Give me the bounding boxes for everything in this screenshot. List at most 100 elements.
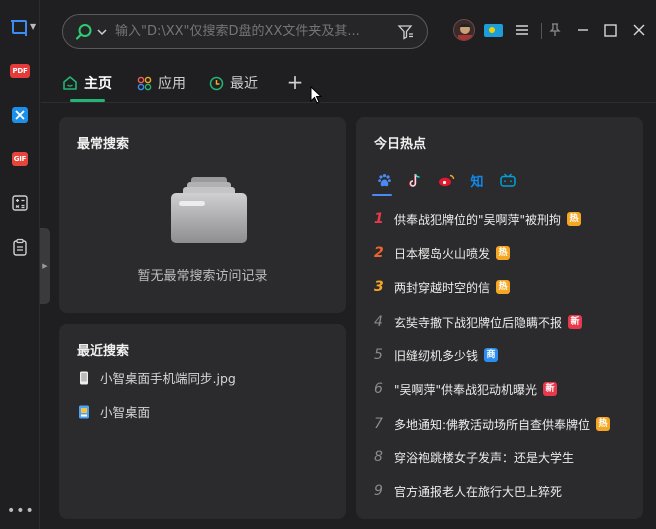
source-tab-zhihu[interactable]: 知 [465,169,489,191]
source-tab-douyin[interactable] [403,169,427,191]
card-title: 今日热点 [374,137,427,152]
more-icon[interactable]: ••• [7,503,34,519]
divider [41,102,656,103]
tab-label: 最近 [230,76,258,92]
notes-tool-button[interactable] [7,234,33,260]
pin-icon [549,23,561,36]
source-tab-bilibili[interactable] [496,169,520,191]
hot-rank: 1 [374,211,384,227]
card-title: 最近搜索 [77,344,130,359]
hamburger-icon [516,25,528,35]
new-badge: 新 [568,315,583,329]
close-button[interactable] [628,19,650,41]
clipboard-icon [13,238,27,256]
hot-title: 穿浴袍跳楼女子发声：还是大学生 [394,450,575,465]
hot-title: 供奉战犯牌位的"吴啊萍"被刑拘 [394,212,562,227]
mouse-cursor-icon [310,86,322,104]
hot-item[interactable]: 1 供奉战犯牌位的"吴啊萍"被刑拘 热 [372,209,582,229]
active-source-indicator [372,194,392,196]
avatar[interactable] [453,19,475,41]
source-tab-baidu[interactable] [372,169,396,191]
add-tab-button[interactable]: + [285,72,305,94]
tv-icon [500,173,516,187]
home-icon [63,76,77,90]
pdf-tool-button[interactable]: PDF [7,58,33,84]
avatar-icon [458,24,472,40]
card-title: 最常搜索 [77,137,130,152]
maximize-button[interactable] [599,19,621,41]
hot-rank: 7 [374,416,383,432]
pdf-icon: PDF [10,64,30,78]
recent-item-label: 小智桌面 [100,405,151,420]
hot-item[interactable]: 8 穿浴袍跳楼女子发声：还是大学生 [372,447,574,467]
chevron-down-icon[interactable]: ▼ [30,22,36,31]
hot-item[interactable]: 9 官方通报老人在旅行大巴上猝死 [372,481,562,501]
today-hot-card: 今日热点 知 1 供奉战犯牌位的"吴啊萍"被刑拘 热 2 日本樱岛火山喷发 热 … [356,117,643,519]
filter-icon[interactable] [397,23,415,41]
pin-button[interactable] [544,19,566,41]
recent-search-card: 最近搜索 小智桌面手机端同步.jpg 小智桌面 [59,324,346,519]
hot-badge: 热 [596,417,611,431]
hot-title: 两封穿越时空的信 [394,280,491,295]
hot-item[interactable]: 5 旧缝纫机多少钱 商 [372,345,499,365]
minimize-icon [578,29,588,31]
tab-recent[interactable]: 最近 [209,72,258,94]
hot-rank: 2 [374,245,384,261]
apps-icon [137,76,152,90]
maximize-icon [603,23,617,37]
gif-tool-button[interactable]: GIF [7,146,33,172]
tab-label: 主页 [84,76,112,92]
hot-badge: 热 [496,246,511,260]
minimize-button[interactable] [572,19,594,41]
hot-item[interactable]: 4 玄奘寺撤下战犯牌位后隐瞒不报 新 [372,312,583,332]
tab-apps[interactable]: 应用 [137,72,186,94]
hot-item[interactable]: 7 多地通知:佛教活动场所自查供奉牌位 热 [372,414,611,434]
hot-title: 日本樱岛火山喷发 [394,246,491,261]
hot-rank: 5 [374,347,383,363]
hot-item[interactable]: 2 日本樱岛火山喷发 热 [372,243,511,263]
left-tool-rail: ▼ PDF GIF ••• [0,0,40,529]
chevron-down-icon[interactable] [97,27,107,37]
hot-item[interactable]: 3 两封穿越时空的信 热 [372,277,511,297]
source-tab-weibo[interactable] [434,169,458,191]
search-icon [75,23,92,40]
gif-icon: GIF [11,152,29,166]
hot-rank: 8 [374,449,383,465]
menu-button[interactable] [511,19,533,41]
translate-tool-button[interactable] [7,102,33,128]
sidebar-collapse-handle[interactable]: ▶ [40,228,50,304]
hot-title: 旧缝纫机多少钱 [394,348,479,363]
hot-badge: 热 [496,280,511,294]
search-bar[interactable] [62,14,428,49]
hot-rank: 9 [374,483,383,499]
recent-item-label: 小智桌面手机端同步.jpg [100,371,236,386]
chevron-right-icon: ▶ [42,262,48,270]
close-icon [633,24,645,36]
frequent-search-card: 最常搜索 暂无最常搜索访问记录 [59,117,346,313]
empty-state-text: 暂无最常搜索访问记录 [137,269,268,284]
app-shortcut-icon [77,405,91,419]
paw-icon [377,173,391,186]
calculator-icon [12,195,28,211]
weibo-icon [438,174,454,187]
new-badge: 新 [543,382,558,396]
hot-rank: 3 [374,279,384,295]
tab-label: 应用 [158,76,186,92]
hot-source-tabs: 知 [372,169,527,191]
hot-item[interactable]: 6 "吴啊萍"供奉战犯动机曝光 新 [372,379,558,399]
tab-home[interactable]: 主页 [62,72,112,94]
clock-icon [209,76,224,90]
recent-item-file[interactable]: 小智桌面手机端同步.jpg [77,368,236,387]
translate-icon [12,107,28,123]
flag-icon[interactable] [484,24,503,37]
calculator-tool-button[interactable] [7,190,33,216]
recent-item-app[interactable]: 小智桌面 [77,402,150,421]
hot-title: 多地通知:佛教活动场所自查供奉牌位 [394,417,591,432]
phone-image-icon [77,371,91,385]
empty-archive-icon [171,177,247,243]
zhihu-icon: 知 [470,174,484,190]
hot-rank: 4 [374,314,383,330]
hot-badge: 热 [567,212,582,226]
search-input[interactable] [115,24,397,39]
divider [541,23,542,39]
